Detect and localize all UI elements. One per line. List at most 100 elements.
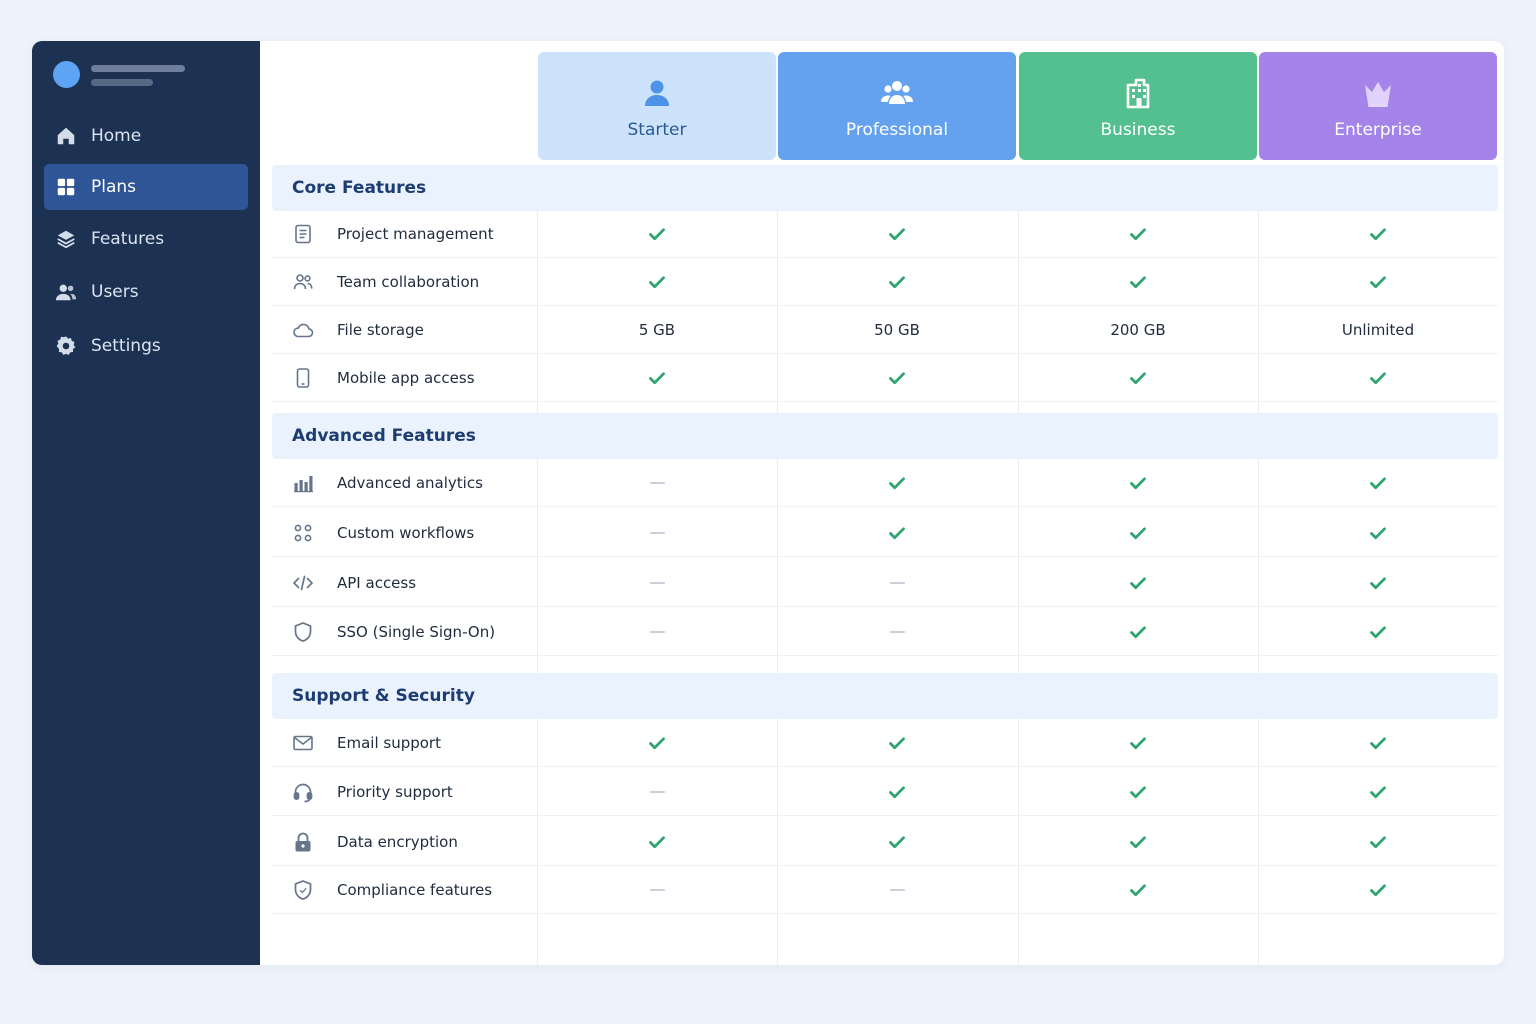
brand-logo xyxy=(53,61,243,89)
feature-label: Priority support xyxy=(337,783,453,801)
user-icon xyxy=(640,76,674,110)
bar-chart-icon xyxy=(292,472,314,494)
sidebar-item-label: Users xyxy=(91,282,139,302)
check-icon xyxy=(1019,354,1257,402)
feature-row: File storage 5 GB 50 GB 200 GB Unlimited xyxy=(272,306,1498,354)
phone-icon xyxy=(292,367,314,389)
check-icon xyxy=(538,210,776,258)
cloud-icon xyxy=(292,319,314,341)
shield-check-icon xyxy=(292,879,314,901)
check-icon xyxy=(778,258,1016,306)
plan-header-professional[interactable]: Professional xyxy=(778,52,1016,160)
brand-placeholder-line xyxy=(91,65,185,72)
feature-row: Custom workflows xyxy=(272,509,1498,557)
brand-placeholder-line xyxy=(91,79,153,86)
check-icon xyxy=(1259,719,1497,767)
feature-row: Email support xyxy=(272,719,1498,767)
feature-label: Project management xyxy=(337,225,494,243)
feature-row: Project management xyxy=(272,210,1498,258)
mail-icon xyxy=(292,732,314,754)
sidebar-item-features[interactable]: Features xyxy=(44,216,248,262)
sidebar-item-settings[interactable]: Settings xyxy=(44,323,248,369)
feature-label: Custom workflows xyxy=(337,524,475,542)
check-icon xyxy=(538,818,776,866)
plan-name: Starter xyxy=(627,120,687,140)
sidebar-item-plans[interactable]: Plans xyxy=(44,164,248,210)
dash-mark xyxy=(649,532,665,534)
check-icon xyxy=(1259,818,1497,866)
dash-icon xyxy=(538,559,776,607)
dash-mark xyxy=(649,791,665,793)
dash-icon xyxy=(538,509,776,557)
code-icon xyxy=(292,572,314,594)
dash-mark xyxy=(889,889,905,891)
feature-row: Data encryption xyxy=(272,818,1498,866)
check-icon xyxy=(1019,768,1257,816)
section-header: Support & Security xyxy=(272,673,1498,719)
sidebar-item-label: Features xyxy=(91,229,165,249)
dash-icon xyxy=(778,559,1016,607)
feature-value: 5 GB xyxy=(638,321,676,339)
feature-row: Team collaboration xyxy=(272,258,1498,306)
check-icon xyxy=(778,719,1016,767)
plan-comparison-table: Starter Professional Business Enterprise Cor… xyxy=(260,41,1504,965)
sidebar-item-users[interactable]: Users xyxy=(44,269,248,315)
dash-icon xyxy=(538,768,776,816)
dash-mark xyxy=(889,582,905,584)
team-icon xyxy=(880,76,914,110)
check-icon xyxy=(1019,258,1257,306)
app-window: Home Plans Features Users Settings Starter Pr… xyxy=(32,41,1504,965)
home-icon xyxy=(55,125,77,147)
feature-label: Compliance features xyxy=(337,881,493,899)
sidebar-item-label: Settings xyxy=(91,336,161,356)
check-icon xyxy=(538,719,776,767)
dash-icon xyxy=(538,866,776,914)
sidebar-item-label: Plans xyxy=(91,177,137,197)
check-icon xyxy=(1259,258,1497,306)
sidebar: Home Plans Features Users Settings xyxy=(32,41,260,965)
plan-header-enterprise[interactable]: Enterprise xyxy=(1259,52,1497,160)
users-icon xyxy=(55,281,77,303)
dash-icon xyxy=(538,459,776,507)
crown-icon xyxy=(1361,76,1395,110)
check-icon xyxy=(1019,608,1257,656)
check-icon xyxy=(778,459,1016,507)
section-title: Core Features xyxy=(292,178,427,198)
sidebar-item-label: Home xyxy=(91,126,142,146)
brand-avatar xyxy=(53,61,80,88)
plan-name: Professional xyxy=(845,120,949,140)
dash-mark xyxy=(649,631,665,633)
feature-label: Team collaboration xyxy=(337,273,480,291)
check-icon xyxy=(1259,459,1497,507)
section-title: Advanced Features xyxy=(292,426,476,446)
dash-mark xyxy=(649,889,665,891)
check-icon xyxy=(1259,354,1497,402)
check-icon xyxy=(1019,459,1257,507)
feature-value: 200 GB xyxy=(1110,321,1166,339)
check-icon xyxy=(538,258,776,306)
dash-mark xyxy=(649,582,665,584)
check-icon xyxy=(1259,768,1497,816)
document-icon xyxy=(292,223,314,245)
grid-icon xyxy=(55,176,77,198)
feature-value: Unlimited xyxy=(1341,321,1415,339)
check-icon xyxy=(1259,866,1497,914)
section-header: Advanced Features xyxy=(272,413,1498,459)
plan-header-business[interactable]: Business xyxy=(1019,52,1257,160)
dash-icon xyxy=(778,608,1016,656)
feature-label: Data encryption xyxy=(337,833,458,851)
check-icon xyxy=(1019,866,1257,914)
check-icon xyxy=(778,768,1016,816)
dash-mark xyxy=(889,631,905,633)
check-icon xyxy=(1019,509,1257,557)
section-header: Core Features xyxy=(272,165,1498,211)
sidebar-item-home[interactable]: Home xyxy=(44,113,248,159)
dash-icon xyxy=(538,608,776,656)
feature-label: Advanced analytics xyxy=(337,474,483,492)
lock-icon xyxy=(292,831,314,853)
check-icon xyxy=(778,210,1016,258)
check-icon xyxy=(1259,509,1497,557)
check-icon xyxy=(778,818,1016,866)
check-icon xyxy=(538,354,776,402)
plan-header-starter[interactable]: Starter xyxy=(538,52,776,160)
